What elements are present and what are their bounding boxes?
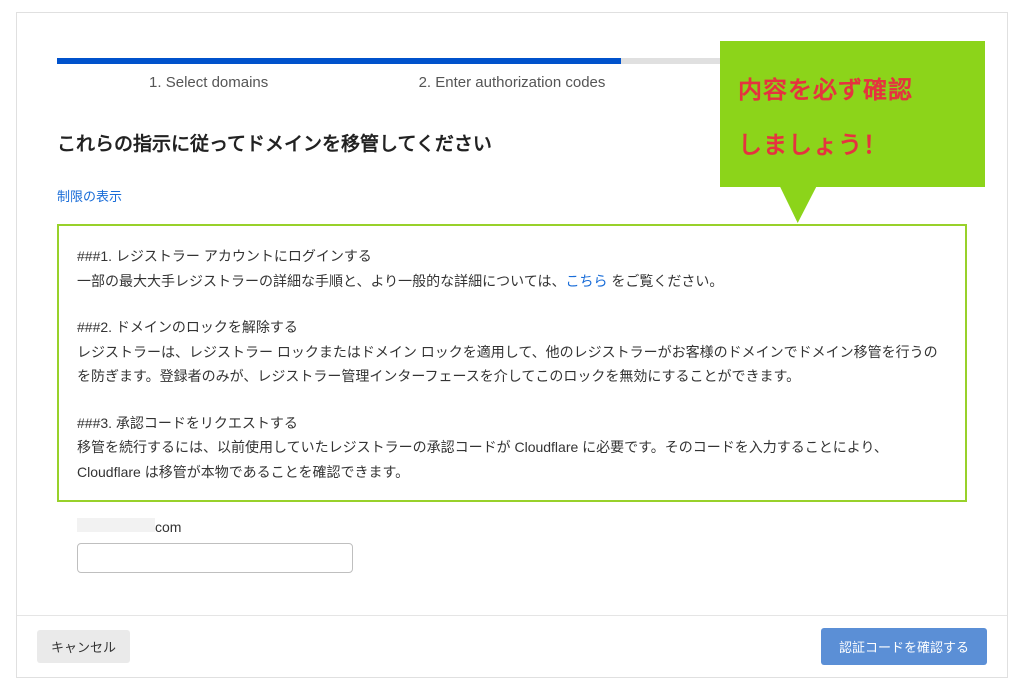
annotation-callout: 内容を必ず確認 しましょう！ [720,41,985,187]
callout-line2: しましょう！ [738,118,967,173]
instruction-3: ###3. 承認コードをリクエストする 移管を続行するには、以前使用していたレジ… [77,411,947,485]
domain-row: com [57,518,967,573]
instruction-1-body: 一部の最大大手レジストラーの詳細な手順と、より一般的な詳細については、こちら を… [77,269,947,294]
instructions-box: ###1. レジストラー アカウントにログインする 一部の最大大手レジストラーの… [57,224,967,502]
instruction-1-body-b: をご覧ください。 [607,273,723,289]
card-footer: キャンセル 認証コードを確認する [17,615,1007,677]
instruction-1-body-a: 一部の最大大手レジストラーの詳細な手順と、より一般的な詳細については、 [77,273,565,289]
instruction-2-title: ###2. ドメインのロックを解除する [77,315,947,340]
card-body: 内容を必ず確認 しましょう！ 1. Select domains 2. Ente… [17,13,1007,615]
limits-link[interactable]: 制限の表示 [57,186,122,205]
instruction-2-body: レジストラーは、レジストラー ロックまたはドメイン ロックを適用して、他のレジス… [77,340,947,389]
instruction-3-body: 移管を続行するには、以前使用していたレジストラーの承認コードが Cloudfla… [77,435,947,484]
instruction-1-link[interactable]: こちら [565,273,607,289]
domain-redacted [77,518,155,532]
auth-code-input[interactable] [77,543,353,573]
instruction-2: ###2. ドメインのロックを解除する レジストラーは、レジストラー ロックまた… [77,315,947,389]
step-label-2: 2. Enter authorization codes [360,74,663,91]
instruction-1: ###1. レジストラー アカウントにログインする 一部の最大大手レジストラーの… [77,244,947,293]
step-label-1: 1. Select domains [57,74,360,91]
instruction-1-title: ###1. レジストラー アカウントにログインする [77,244,947,269]
domain-label: com [77,518,967,535]
confirm-button[interactable]: 認証コードを確認する [821,628,987,665]
callout-line1: 内容を必ず確認 [738,63,967,118]
transfer-card: 内容を必ず確認 しましょう！ 1. Select domains 2. Ente… [16,12,1008,678]
domain-suffix: com [155,519,181,535]
instruction-3-title: ###3. 承認コードをリクエストする [77,411,947,436]
cancel-button[interactable]: キャンセル [37,630,130,663]
progress-seg-active [57,58,621,64]
